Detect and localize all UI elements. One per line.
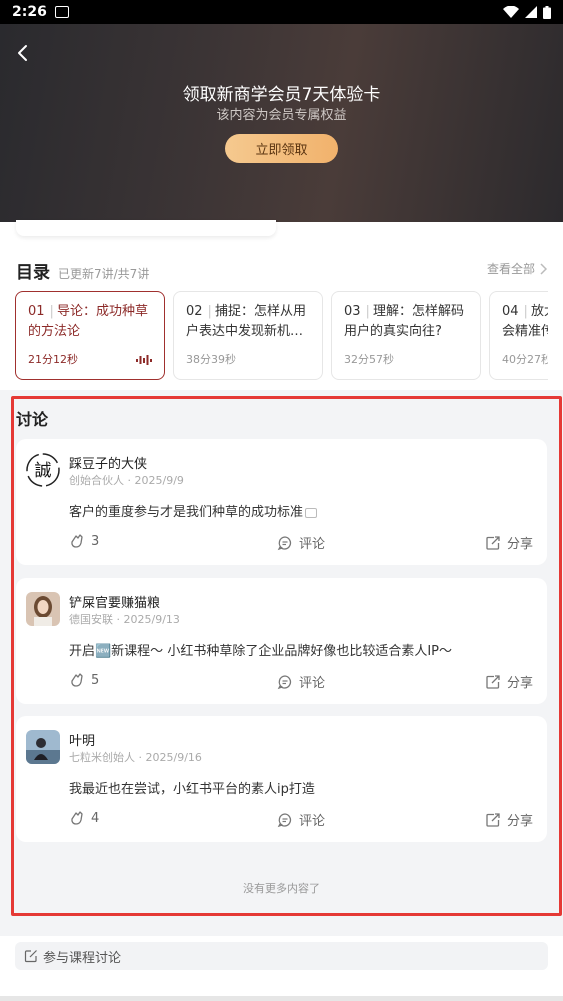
comment-icon xyxy=(277,674,292,689)
back-icon[interactable] xyxy=(14,44,32,62)
discussion-post: 叶明 七粒米创始人 · 2025/9/16 我最近也在尝试，小红书平台的素人ip… xyxy=(16,716,547,842)
lesson-number: 04 xyxy=(502,304,519,319)
avatar[interactable] xyxy=(26,730,60,764)
comment-icon xyxy=(277,535,292,550)
discussion-section: 讨论 誠 踩豆子的大侠 创始合伙人 · 2025/9/9 客户的重度参与才是我们… xyxy=(0,390,563,936)
user-name[interactable]: 踩豆子的大侠 xyxy=(69,453,147,472)
lesson-carousel[interactable]: 01 | 导论：成功种草的方法论 21分12秒 02 | 捕捉：怎样从用户表达中发现新机… xyxy=(15,291,548,380)
post-date: 2025/9/9 xyxy=(134,474,184,487)
avatar[interactable] xyxy=(26,592,60,626)
no-more-content: 没有更多内容了 xyxy=(243,882,320,895)
lesson-number: 01 xyxy=(28,304,45,319)
banner-subtitle: 该内容为会员专属权益 xyxy=(216,108,347,123)
post-content: 开启🆕新课程～ 小红书种草除了企业品牌好像也比较适合素人IP～ xyxy=(69,644,452,659)
previous-card-edge xyxy=(16,220,276,236)
notification-icon xyxy=(54,6,69,18)
join-discussion-label: 参与课程讨论 xyxy=(43,950,122,966)
battery-icon xyxy=(543,5,551,19)
banner-title: 领取新商学会员7天体验卡 xyxy=(182,85,381,105)
view-all-link[interactable]: 查看全部 xyxy=(487,260,547,277)
user-meta: 七粒米创始人 · 2025/9/16 xyxy=(69,751,202,764)
lesson-title: 导论：成功种草的方法论 xyxy=(28,304,148,339)
user-meta: 德国安联 · 2025/9/13 xyxy=(69,613,180,626)
lesson-title: 理解：怎样解码用户的真实向往? xyxy=(344,304,464,339)
comment-icon xyxy=(277,812,292,827)
toc-title: 目录 xyxy=(16,263,50,283)
discussion-title: 讨论 xyxy=(16,410,49,429)
toc-header: 目录 已更新7讲/共7讲 xyxy=(16,258,149,283)
lesson-card[interactable]: 01 | 导论：成功种草的方法论 21分12秒 xyxy=(15,291,165,380)
discussion-post: 誠 踩豆子的大侠 创始合伙人 · 2025/9/9 客户的重度参与才是我们种草的… xyxy=(16,439,547,565)
like-count: 3 xyxy=(91,533,100,549)
share-icon xyxy=(486,674,500,689)
user-name[interactable]: 叶明 xyxy=(69,730,95,749)
edit-icon xyxy=(24,950,37,963)
chevron-right-icon xyxy=(540,262,547,275)
bottom-bar: 参与课程讨论 xyxy=(0,936,563,996)
share-icon xyxy=(486,535,500,550)
avatar[interactable]: 誠 xyxy=(26,453,60,487)
status-time: 2:26 xyxy=(12,4,47,20)
lesson-number: 02 xyxy=(186,304,203,319)
lesson-card[interactable]: 03 | 理解：怎样解码用户的真实向往? 32分57秒 xyxy=(331,291,481,380)
view-all-label: 查看全部 xyxy=(486,262,535,276)
post-actions: 5 评论 分享 xyxy=(69,672,533,691)
share-label: 分享 xyxy=(506,676,533,691)
comment-label: 评论 xyxy=(299,814,326,829)
join-discussion-input[interactable]: 参与课程讨论 xyxy=(15,942,548,970)
like-button[interactable]: 3 xyxy=(69,533,99,549)
wifi-icon xyxy=(503,6,519,18)
like-button[interactable]: 4 xyxy=(69,810,99,826)
user-meta: 创始合伙人 · 2025/9/9 xyxy=(69,474,184,487)
svg-text:誠: 誠 xyxy=(35,461,52,481)
share-icon xyxy=(486,812,500,827)
post-date: 2025/9/13 xyxy=(123,613,180,626)
comment-label: 评论 xyxy=(299,537,326,552)
lesson-duration: 32分57秒 xyxy=(344,353,394,366)
lesson-duration: 21分12秒 xyxy=(28,353,78,366)
comment-button[interactable]: 评论 xyxy=(277,810,325,829)
expand-icon xyxy=(305,507,318,518)
lesson-title: 捕捉：怎样从用户表达中发现新机… xyxy=(186,304,306,339)
comment-button[interactable]: 评论 xyxy=(277,533,325,552)
signal-icon xyxy=(525,6,537,18)
clap-icon xyxy=(71,534,83,548)
comment-button[interactable]: 评论 xyxy=(277,672,325,691)
lesson-duration: 40分27秒 xyxy=(502,353,548,366)
post-content: 客户的重度参与才是我们种草的成功标准 xyxy=(69,501,318,520)
playing-wave-icon xyxy=(136,355,152,365)
toc-update-status: 已更新7讲/共7讲 xyxy=(58,267,150,281)
like-count: 4 xyxy=(91,810,100,826)
lesson-card[interactable]: 02 | 捕捉：怎样从用户表达中发现新机… 38分39秒 xyxy=(173,291,323,380)
member-trial-banner: 领取新商学会员7天体验卡 该内容为会员专属权益 立即领取 xyxy=(0,24,563,222)
share-button[interactable]: 分享 xyxy=(485,533,533,552)
share-button[interactable]: 分享 xyxy=(485,810,533,829)
user-role: 七粒米创始人 xyxy=(69,751,135,764)
lesson-duration: 38分39秒 xyxy=(186,353,236,366)
clap-icon xyxy=(71,811,83,825)
post-actions: 4 评论 分享 xyxy=(69,810,533,829)
share-button[interactable]: 分享 xyxy=(485,672,533,691)
lesson-number: 03 xyxy=(344,304,361,319)
user-role: 创始合伙人 xyxy=(69,474,124,487)
post-content: 我最近也在尝试，小红书平台的素人ip打造 xyxy=(69,782,315,797)
share-label: 分享 xyxy=(506,537,533,552)
lesson-card[interactable]: 04|放大：如何让机会精准传… 40分27秒 xyxy=(489,291,548,380)
like-button[interactable]: 5 xyxy=(69,672,99,688)
discussion-post: 铲屎官要赚猫粮 德国安联 · 2025/9/13 开启🆕新课程～ 小红书种草除了… xyxy=(16,578,547,704)
status-bar: 2:26 xyxy=(0,0,563,24)
post-date: 2025/9/16 xyxy=(145,751,202,764)
comment-label: 评论 xyxy=(299,676,326,691)
user-role: 德国安联 xyxy=(69,613,113,626)
like-count: 5 xyxy=(91,672,100,688)
clap-icon xyxy=(71,673,83,687)
claim-button[interactable]: 立即领取 xyxy=(225,134,338,163)
share-label: 分享 xyxy=(506,814,533,829)
user-name[interactable]: 铲屎官要赚猫粮 xyxy=(69,592,160,611)
post-actions: 3 评论 分享 xyxy=(69,533,533,552)
system-nav-bar xyxy=(0,996,563,1001)
